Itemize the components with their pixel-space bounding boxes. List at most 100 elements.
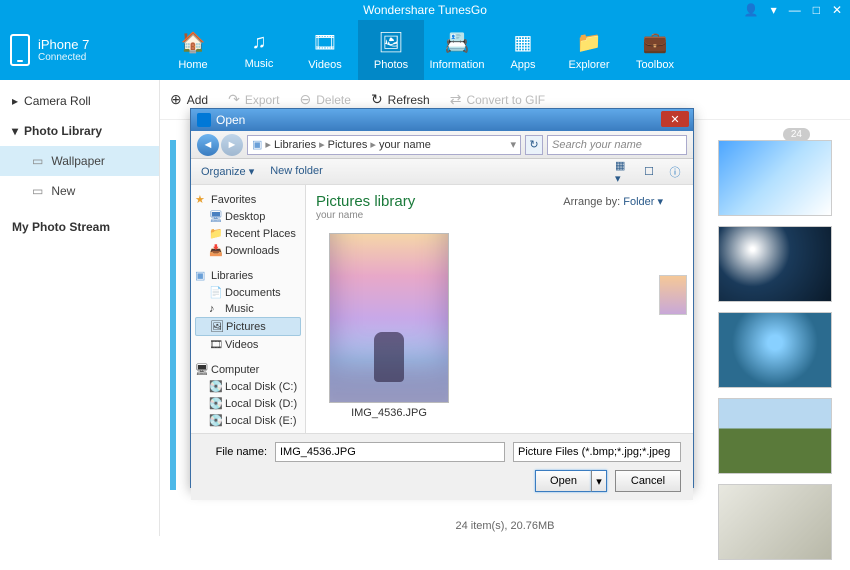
arrange-by[interactable]: Arrange by: Folder ▾ <box>563 195 663 208</box>
tree-disk-e-label: Local Disk (E:) <box>225 415 297 427</box>
photo-thumbnail[interactable] <box>718 484 832 560</box>
photo-thumbnail[interactable] <box>718 226 832 302</box>
tree-documents-label: Documents <box>225 287 281 299</box>
tab-photos[interactable]: 🖼Photos <box>358 20 424 80</box>
sidebar-stream-label: My Photo Stream <box>12 220 110 234</box>
breadcrumb[interactable]: ▣ ▸ Libraries ▸ Pictures ▸ your name ▾ <box>247 135 521 155</box>
sidebar-photo-library[interactable]: ▾Photo Library <box>0 116 159 146</box>
back-button[interactable]: ◄ <box>197 134 219 156</box>
thumbnail-column <box>718 140 832 570</box>
tab-information-label: Information <box>429 59 484 71</box>
tab-information[interactable]: 📇Information <box>424 20 490 80</box>
add-label: Add <box>187 93 208 107</box>
file-name-input[interactable] <box>275 442 505 462</box>
recent-icon: 📁 <box>209 227 221 240</box>
breadcrumb-pictures[interactable]: Pictures <box>328 139 368 151</box>
tree-disk-c[interactable]: 💽Local Disk (C:) <box>195 378 301 395</box>
tree-favorites[interactable]: ★ Favorites <box>195 191 301 208</box>
file-item[interactable]: IMG_4536.JPG <box>324 233 454 419</box>
tree-documents[interactable]: 📄Documents <box>195 284 301 301</box>
tree-downloads[interactable]: 📥Downloads <box>195 242 301 259</box>
music-icon: ♫ <box>252 31 267 54</box>
dialog-close-button[interactable]: ✕ <box>661 111 689 127</box>
device-info[interactable]: iPhone 7 Connected <box>10 34 160 66</box>
new-folder-button[interactable]: New folder <box>270 165 323 178</box>
organize-button[interactable]: Organize ▾ <box>201 165 254 178</box>
open-button[interactable]: Open <box>535 470 591 492</box>
tree-music-label: Music <box>225 303 254 315</box>
help-button[interactable]: ⓘ <box>667 164 683 180</box>
photo-thumbnail[interactable] <box>718 140 832 216</box>
folder-icon: 📁 <box>577 30 602 55</box>
dialog-title: Open <box>216 113 245 127</box>
tree-desktop[interactable]: 🖥Desktop <box>195 208 301 225</box>
export-icon: ↷ <box>228 91 240 108</box>
forward-button[interactable]: ► <box>221 134 243 156</box>
export-button[interactable]: ↷Export <box>228 91 279 108</box>
dropdown-icon[interactable]: ▾ <box>771 3 777 17</box>
tab-music-label: Music <box>245 58 274 70</box>
gif-label: Convert to GIF <box>466 93 545 107</box>
dialog-footer: File name: Open ▾ Cancel <box>191 433 693 500</box>
maximize-icon[interactable]: □ <box>813 3 820 17</box>
tree-disk-d[interactable]: 💽Local Disk (D:) <box>195 395 301 412</box>
sidebar-wallpaper-label: Wallpaper <box>51 154 105 168</box>
delete-button[interactable]: ⊖Delete <box>300 91 351 108</box>
breadcrumb-libraries[interactable]: Libraries <box>274 139 316 151</box>
delete-icon: ⊖ <box>300 91 312 108</box>
thumbnail-edge <box>170 140 176 490</box>
tree-recent[interactable]: 📁 Recent Places <box>195 225 301 242</box>
photo-thumbnail[interactable] <box>718 398 832 474</box>
tree-videos-label: Videos <box>225 339 258 351</box>
sidebar-camera-roll[interactable]: ▸Camera Roll <box>0 86 159 116</box>
tab-music[interactable]: ♫ Music <box>226 20 292 80</box>
tab-toolbox[interactable]: 💼Toolbox <box>622 20 688 80</box>
sidebar-wallpaper[interactable]: ▭Wallpaper <box>0 146 159 176</box>
preview-pane-thumb <box>659 275 687 315</box>
tree-disk-e[interactable]: 💽Local Disk (E:) <box>195 412 301 429</box>
convert-gif-button[interactable]: ⇄Convert to GIF <box>450 91 545 108</box>
tab-photos-label: Photos <box>374 59 408 71</box>
tab-videos[interactable]: 🎞Videos <box>292 20 358 80</box>
refresh-button[interactable]: ↻Refresh <box>371 91 430 108</box>
tree-libraries-label: Libraries <box>211 270 253 282</box>
tree-music[interactable]: ♪Music <box>195 301 301 317</box>
add-button[interactable]: ⊕Add <box>170 91 208 108</box>
library-icon: ▣ <box>195 269 207 282</box>
close-icon[interactable]: ✕ <box>832 3 842 17</box>
tree-computer[interactable]: 🖥Computer <box>195 361 301 378</box>
sidebar: ▸Camera Roll ▾Photo Library ▭Wallpaper ▭… <box>0 80 160 536</box>
arrange-label: Arrange by: <box>563 196 620 208</box>
view-mode-button[interactable]: ▦ ▾ <box>615 164 631 180</box>
chevron-down-icon[interactable]: ▾ <box>510 138 516 151</box>
dialog-titlebar[interactable]: Open ✕ <box>191 109 693 131</box>
tree-pictures[interactable]: 🖼Pictures <box>195 317 301 336</box>
breadcrumb-folder[interactable]: your name <box>379 139 431 151</box>
tree-videos[interactable]: 🎞Videos <box>195 336 301 353</box>
minimize-icon[interactable]: — <box>789 3 801 17</box>
cancel-button[interactable]: Cancel <box>615 470 681 492</box>
photo-thumbnail[interactable] <box>718 312 832 388</box>
search-input[interactable]: Search your name <box>547 135 687 155</box>
library-icon: ▣ <box>252 138 262 151</box>
star-icon: ★ <box>195 193 207 206</box>
tab-explorer[interactable]: 📁 Explorer <box>556 20 622 80</box>
sidebar-photo-stream[interactable]: My Photo Stream <box>0 206 159 242</box>
file-type-filter[interactable] <box>513 442 681 462</box>
tab-home[interactable]: 🏠Home <box>160 20 226 80</box>
tab-apps[interactable]: ▦Apps <box>490 20 556 80</box>
sidebar-new[interactable]: ▭New <box>0 176 159 206</box>
chevron-right-icon: ▸ <box>12 94 18 108</box>
search-placeholder: Search your name <box>552 139 642 151</box>
tree-recent-label: Recent Places <box>225 228 296 240</box>
tree-favorites-label: Favorites <box>211 194 256 206</box>
user-icon[interactable]: 👤 <box>744 3 759 17</box>
tree-libraries[interactable]: ▣ Libraries <box>195 267 301 284</box>
open-dropdown[interactable]: ▾ <box>591 470 607 492</box>
desktop-icon: 🖥 <box>209 210 221 223</box>
tree-pictures-label: Pictures <box>226 321 266 333</box>
refresh-location-button[interactable]: ↻ <box>525 135 543 155</box>
organize-label: Organize <box>201 166 246 178</box>
preview-pane-button[interactable]: ☐ <box>641 164 657 180</box>
tab-explorer-label: Explorer <box>569 59 610 71</box>
